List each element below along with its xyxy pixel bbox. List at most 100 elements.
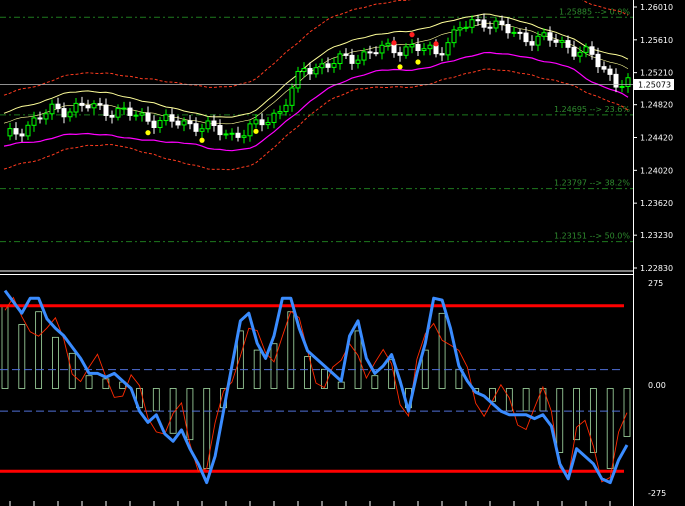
signal-dot	[145, 130, 151, 136]
candle-body	[13, 128, 19, 135]
candle-body	[25, 124, 31, 137]
candle-body	[121, 107, 127, 110]
candle-body	[229, 132, 235, 135]
candle-body	[115, 108, 121, 118]
candle-body	[259, 119, 265, 126]
candle-body	[553, 39, 559, 43]
candle-body	[31, 117, 37, 126]
candle-body	[373, 52, 379, 55]
candle-body	[193, 123, 199, 132]
candle-body	[61, 108, 67, 118]
candle-body	[619, 85, 625, 88]
candle-body	[379, 44, 385, 54]
candle-body	[181, 120, 187, 126]
candle-body	[613, 73, 619, 88]
trading-chart[interactable]: 1.25885 --> 0.0%1.24695 --> 23.6%1.23797…	[0, 0, 685, 506]
candle-body	[487, 26, 493, 29]
candle-body	[361, 51, 367, 61]
price-tick-label: 1.22830	[640, 264, 673, 273]
current-price-box: 1.25073	[634, 79, 674, 90]
candle-body	[523, 32, 529, 43]
fib-level-label: 1.24695 --> 23.6%	[554, 105, 630, 114]
candle-body	[151, 120, 157, 128]
candle-body	[337, 53, 343, 65]
candle-body	[283, 104, 289, 113]
candle-body	[253, 119, 259, 125]
candle-body	[457, 27, 463, 31]
candle-body	[433, 44, 439, 55]
candle-body	[397, 52, 403, 56]
candle-body	[43, 113, 49, 120]
current-price-label: 1.25073	[638, 81, 671, 90]
candle-body	[277, 111, 283, 114]
candle-body	[145, 112, 151, 122]
signal-dot	[391, 40, 397, 46]
price-tick-label: 1.24820	[640, 101, 673, 110]
candle-body	[91, 103, 97, 109]
osc-tick-top: 275	[648, 279, 663, 288]
candle-body	[421, 48, 427, 52]
fib-level-label: 1.23797 --> 38.2%	[554, 179, 630, 188]
price-tick-label: 1.24420	[640, 134, 673, 143]
candle-body	[481, 19, 487, 28]
candle-body	[529, 41, 535, 46]
candle-body	[571, 46, 577, 57]
candle-body	[427, 44, 433, 50]
candle-body	[313, 67, 319, 75]
candle-body	[601, 66, 607, 70]
candle-body	[73, 102, 79, 113]
candle-body	[289, 87, 295, 106]
candle-body	[325, 63, 331, 68]
candle-body	[169, 114, 175, 122]
candle-body	[349, 54, 355, 64]
candle-body	[319, 63, 325, 69]
candle-body	[517, 31, 523, 34]
candle-body	[235, 132, 241, 138]
candle-body	[475, 19, 481, 22]
signal-dot	[415, 59, 421, 65]
candle-body	[565, 40, 571, 48]
price-tick-label: 1.25610	[640, 36, 673, 45]
candle-body	[199, 128, 205, 132]
candle-body	[241, 135, 247, 138]
candle-body	[139, 112, 145, 116]
candle-body	[511, 31, 517, 34]
candle-body	[85, 104, 91, 109]
candle-body	[589, 46, 595, 55]
signal-dot	[253, 128, 259, 134]
candle-body	[547, 32, 553, 41]
candle-body	[583, 46, 589, 53]
candle-body	[445, 42, 451, 56]
candle-body	[19, 133, 25, 137]
candle-body	[607, 68, 613, 75]
signal-dot	[199, 137, 205, 143]
candle-body	[37, 117, 43, 120]
price-tick-label: 1.23230	[640, 231, 673, 240]
candle-body	[55, 103, 61, 110]
candle-body	[103, 104, 109, 116]
candle-body	[187, 120, 193, 125]
candle-body	[109, 114, 115, 118]
candle-body	[343, 53, 349, 56]
candle-body	[493, 20, 499, 29]
candle-body	[211, 120, 217, 127]
candle-body	[175, 120, 181, 126]
fib-level-label: 1.23151 --> 50.0%	[554, 232, 630, 241]
candle-body	[451, 29, 457, 44]
candle-body	[217, 125, 223, 136]
candle-body	[301, 68, 307, 72]
candle-body	[469, 19, 475, 28]
signal-dot	[409, 32, 415, 38]
candle-body	[463, 26, 469, 29]
candle-body	[505, 24, 511, 34]
price-tick-label: 1.26010	[640, 3, 673, 12]
candle-body	[415, 43, 421, 52]
candle-body	[127, 107, 133, 116]
candle-body	[355, 59, 361, 64]
candle-body	[385, 42, 391, 46]
candle-body	[295, 70, 301, 89]
candle-body	[97, 103, 103, 106]
candle-body	[67, 111, 73, 118]
price-tick-label: 1.25210	[640, 69, 673, 78]
price-tick-label: 1.24020	[640, 166, 673, 175]
